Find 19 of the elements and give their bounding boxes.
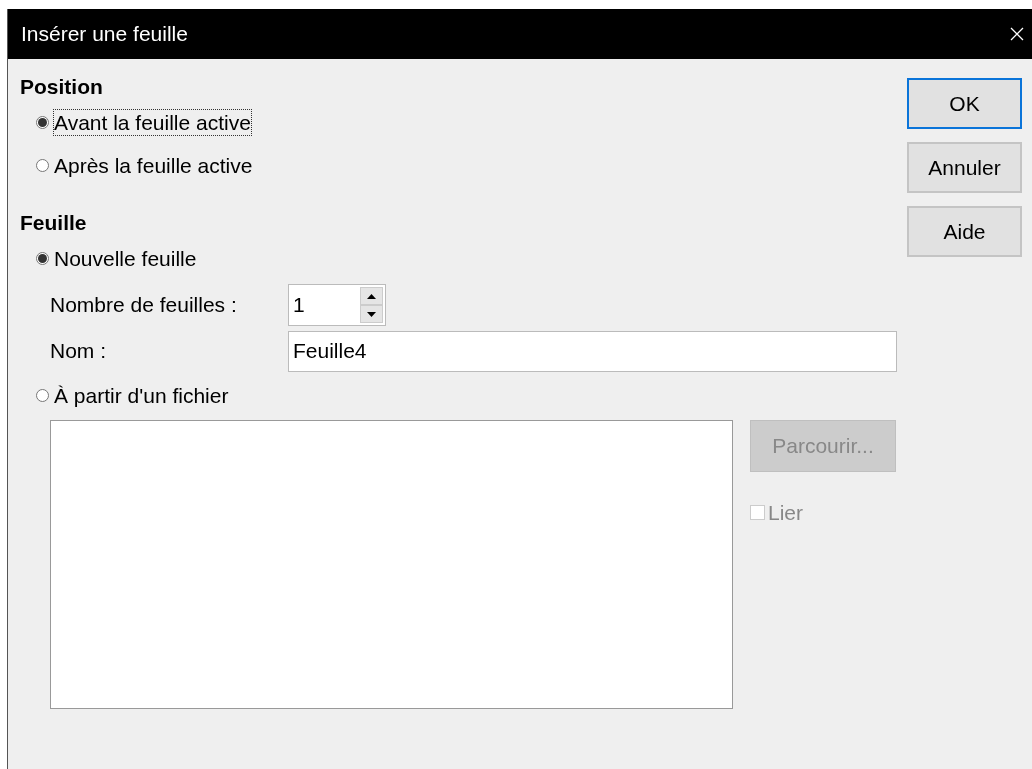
name-field[interactable]: Feuille4 xyxy=(288,330,897,372)
field-label: Nom : xyxy=(50,338,107,365)
radio-button[interactable] xyxy=(36,116,49,129)
dialog-button[interactable]: OK xyxy=(907,78,1022,129)
radio-label[interactable]: Après la feuille active xyxy=(53,151,254,180)
dialog-button[interactable]: Aide xyxy=(907,206,1022,257)
radio-label[interactable]: Nouvelle feuille xyxy=(53,244,198,273)
section-heading: Position xyxy=(20,74,104,100)
close-icon[interactable] xyxy=(1010,27,1024,41)
radio-button[interactable] xyxy=(36,389,49,402)
section-heading: Feuille xyxy=(20,210,88,236)
checkbox-label: Lier xyxy=(768,500,804,526)
field-label: Nombre de feuilles : xyxy=(50,292,238,319)
radio-button[interactable] xyxy=(36,252,49,265)
window-title: Insérer une feuille xyxy=(21,21,188,48)
radio-label[interactable]: À partir d'un fichier xyxy=(53,381,230,410)
dialog-button[interactable]: Annuler xyxy=(907,142,1022,193)
radio-label[interactable]: Avant la feuille active xyxy=(53,108,252,137)
radio-button[interactable] xyxy=(36,159,49,172)
